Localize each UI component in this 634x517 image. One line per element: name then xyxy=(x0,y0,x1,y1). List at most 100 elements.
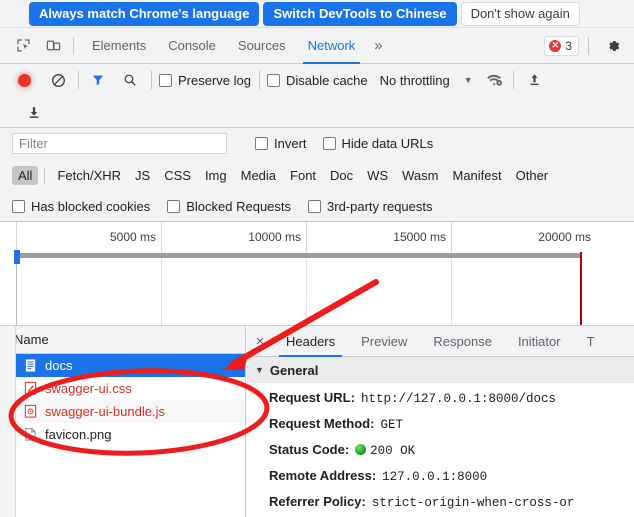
error-count-badge[interactable]: ✕ 3 xyxy=(544,35,579,56)
filter-bar: Invert Hide data URLs xyxy=(0,128,634,159)
blocked-requests-box xyxy=(167,200,181,213)
script-icon xyxy=(24,404,38,420)
inspect-element-icon[interactable] xyxy=(10,33,36,59)
detail-value: 200 OK xyxy=(355,444,415,458)
more-tabs-icon[interactable]: » xyxy=(366,28,390,64)
request-details-pane: × Headers Preview Response Initiator T ▼… xyxy=(247,326,634,517)
detail-key: Referrer Policy: xyxy=(269,494,366,509)
type-chip-wasm[interactable]: Wasm xyxy=(396,166,444,185)
disable-cache-checkbox[interactable]: Disable cache xyxy=(266,73,368,88)
overview-tick-5000: 5000 ms xyxy=(16,222,161,252)
invert-box xyxy=(255,137,268,150)
network-conditions-icon[interactable] xyxy=(483,68,507,92)
record-button[interactable] xyxy=(12,68,36,92)
overview-selection-handle-left[interactable] xyxy=(14,250,20,264)
request-name: favicon.png xyxy=(45,427,112,442)
network-overview[interactable]: 5000 ms 10000 ms 15000 ms 20000 ms xyxy=(0,222,634,326)
tab-network[interactable]: Network xyxy=(297,28,367,64)
request-list: Name docs swagger-ui.css swagger-ui-bund… xyxy=(0,326,246,517)
status-ok-icon xyxy=(355,444,367,455)
type-chip-all[interactable]: All xyxy=(12,166,39,185)
devtools-tabstrip: Elements Console Sources Network » ✕ 3 xyxy=(0,28,634,64)
export-har-icon[interactable] xyxy=(22,100,46,124)
tab-console[interactable]: Console xyxy=(157,28,227,64)
detail-row-request-url: Request URL: http://127.0.0.1:8000/docs xyxy=(269,390,634,416)
throttling-select[interactable]: No throttling xyxy=(380,73,450,88)
type-chip-css[interactable]: CSS xyxy=(158,166,197,185)
toolbar-divider-4 xyxy=(512,71,514,89)
import-har-icon[interactable] xyxy=(523,68,547,92)
blocked-requests-checkbox[interactable]: Blocked Requests xyxy=(167,199,291,214)
tab-headers[interactable]: Headers xyxy=(273,326,348,357)
tab-elements[interactable]: Elements xyxy=(81,28,157,64)
document-icon xyxy=(24,358,38,374)
third-party-requests-label: 3rd-party requests xyxy=(327,199,433,214)
tab-sources[interactable]: Sources xyxy=(227,28,297,64)
invert-checkbox[interactable]: Invert xyxy=(255,136,307,151)
chevron-down-icon[interactable]: ▼ xyxy=(464,75,473,85)
always-match-language-button[interactable]: Always match Chrome's language xyxy=(29,1,260,26)
preserve-log-box xyxy=(159,73,172,87)
table-row[interactable]: favicon.png xyxy=(16,423,245,446)
type-chip-img[interactable]: Img xyxy=(199,166,233,185)
type-chip-media[interactable]: Media xyxy=(235,166,282,185)
type-chip-font[interactable]: Font xyxy=(284,166,322,185)
filter-input[interactable] xyxy=(12,133,227,154)
overview-gridline-3 xyxy=(451,252,452,325)
overview-load-marker xyxy=(580,252,582,325)
type-chip-doc[interactable]: Doc xyxy=(324,166,359,185)
general-section-header[interactable]: ▼ General xyxy=(247,357,634,383)
overview-tick-20000: 20000 ms xyxy=(451,222,596,252)
disable-cache-box xyxy=(266,73,280,87)
tab-response[interactable]: Response xyxy=(420,326,505,357)
details-tabstrip: × Headers Preview Response Initiator T xyxy=(247,326,634,357)
clear-button[interactable] xyxy=(46,68,70,92)
overview-request-bar xyxy=(18,253,581,258)
tab-timing[interactable]: T xyxy=(574,326,608,357)
table-row[interactable]: docs xyxy=(16,354,245,377)
dont-show-again-button[interactable]: Don't show again xyxy=(460,1,580,26)
filter-icon[interactable] xyxy=(86,68,110,92)
table-row[interactable]: swagger-ui-bundle.js xyxy=(16,400,245,423)
general-key-values: Request URL: http://127.0.0.1:8000/docs … xyxy=(247,383,634,517)
has-blocked-cookies-checkbox[interactable]: Has blocked cookies xyxy=(12,199,150,214)
request-list-header[interactable]: Name xyxy=(0,326,245,354)
gear-icon[interactable] xyxy=(600,33,626,59)
third-party-requests-checkbox[interactable]: 3rd-party requests xyxy=(308,199,433,214)
blocked-requests-label: Blocked Requests xyxy=(186,199,292,214)
request-name: swagger-ui-bundle.js xyxy=(45,404,165,419)
type-chip-js[interactable]: JS xyxy=(129,166,156,185)
detail-value: strict-origin-when-cross-or xyxy=(371,496,575,510)
detail-key: Status Code: xyxy=(269,442,350,457)
device-toolbar-icon[interactable] xyxy=(40,33,66,59)
tab-initiator[interactable]: Initiator xyxy=(505,326,574,357)
error-count-label: 3 xyxy=(565,38,572,53)
toolbar-divider-1 xyxy=(78,71,79,89)
detail-value: 127.0.0.1:8000 xyxy=(382,470,488,484)
preserve-log-label: Preserve log xyxy=(178,72,251,88)
detail-key: Remote Address: xyxy=(269,468,377,483)
network-toolbar-row2 xyxy=(0,97,634,128)
table-row[interactable]: swagger-ui.css xyxy=(16,377,245,400)
preserve-log-checkbox[interactable]: Preserve log xyxy=(159,73,251,88)
hide-data-urls-checkbox[interactable]: Hide data URLs xyxy=(322,136,434,151)
close-icon[interactable]: × xyxy=(247,326,273,357)
toolbar-divider-3 xyxy=(258,71,260,89)
type-chip-manifest[interactable]: Manifest xyxy=(446,166,507,185)
type-chip-other[interactable]: Other xyxy=(510,166,555,185)
type-chip-fetch-xhr[interactable]: Fetch/XHR xyxy=(51,166,127,185)
type-chip-ws[interactable]: WS xyxy=(361,166,394,185)
search-icon[interactable] xyxy=(118,68,142,92)
network-toolbar: Preserve log Disable cache No throttling… xyxy=(0,64,634,97)
tab-preview[interactable]: Preview xyxy=(348,326,420,357)
detail-key: Request Method: xyxy=(269,416,375,431)
detail-value: GET xyxy=(380,418,403,432)
general-section-title: General xyxy=(269,362,319,378)
hide-data-urls-label: Hide data URLs xyxy=(341,136,434,151)
third-party-requests-box xyxy=(308,200,322,213)
switch-devtools-language-button[interactable]: Switch DevTools to Chinese xyxy=(263,1,457,26)
request-name: docs xyxy=(45,358,73,373)
overview-gridline-1 xyxy=(161,252,162,325)
overview-gridline-2 xyxy=(306,252,307,325)
detail-row-referrer-policy: Referrer Policy: strict-origin-when-cros… xyxy=(269,494,634,517)
